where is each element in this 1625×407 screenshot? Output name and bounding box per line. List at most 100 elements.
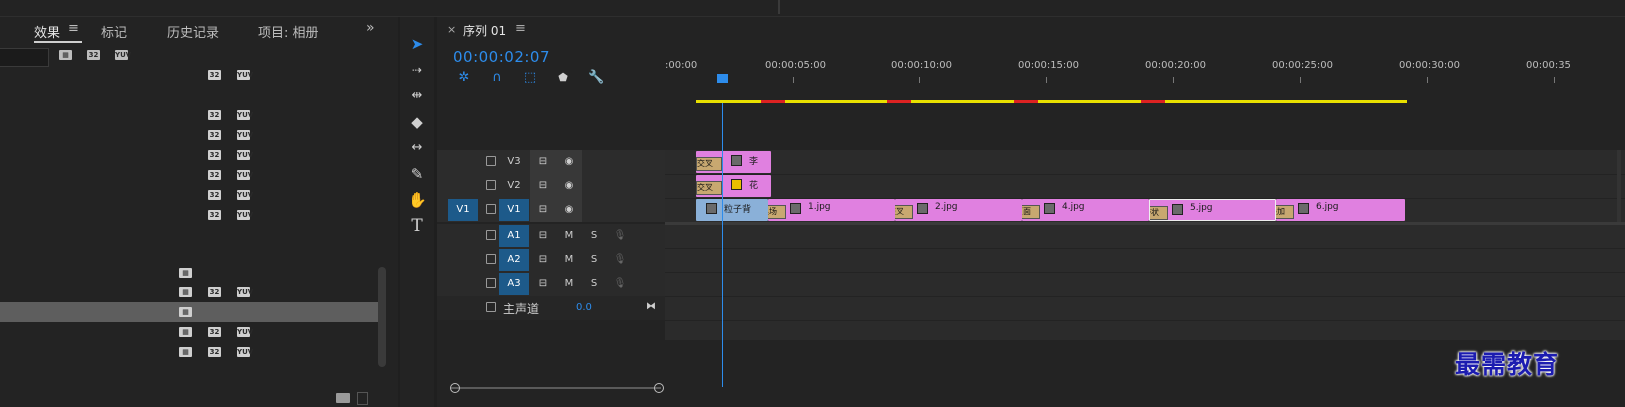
eye-icon[interactable]: ◉ — [562, 203, 576, 217]
playhead-timecode[interactable]: 00:00:02:07 — [453, 48, 550, 66]
transition[interactable]: 带状 — [1150, 206, 1168, 220]
linked-selection-icon[interactable]: ⬚ — [522, 70, 538, 86]
sync-lock-icon[interactable]: ⊟ — [536, 253, 550, 267]
sync-lock-icon[interactable]: ⊟ — [536, 179, 550, 193]
effects-scrollbar[interactable] — [378, 267, 386, 367]
clip-v1-4[interactable]: 页面 4.jpg — [1022, 199, 1149, 221]
go-to-end-icon[interactable]: ⧓ — [644, 300, 658, 314]
track-name[interactable]: V2 — [499, 175, 529, 197]
list-item[interactable]: 32 YUV — [0, 205, 378, 225]
lock-icon[interactable] — [486, 230, 496, 240]
clip-v1-6[interactable]: 叠加 6.jpg — [1276, 199, 1405, 221]
tab-markers[interactable]: 标记 — [101, 22, 127, 41]
sync-lock-icon[interactable]: ⊟ — [536, 229, 550, 243]
list-item[interactable]: 32 YUV — [0, 165, 378, 185]
list-item[interactable]: ▦ 32 YUV — [0, 282, 378, 302]
32bit-effects-icon[interactable]: 32 — [87, 50, 100, 60]
tab-project[interactable]: 项目: 相册 — [258, 22, 319, 41]
transition[interactable]: 叠加 — [1276, 205, 1294, 219]
clip-v2[interactable]: 交叉 花 — [696, 175, 771, 197]
yuv-effects-icon[interactable]: YUV — [115, 50, 131, 60]
list-item[interactable] — [0, 245, 378, 265]
track-name[interactable]: A2 — [499, 249, 529, 271]
nest-icon[interactable]: ✲ — [456, 70, 472, 86]
close-icon[interactable]: × — [447, 23, 456, 36]
clip-v1-background[interactable]: 粒子背 — [696, 199, 768, 221]
solo-button[interactable]: S — [587, 277, 601, 291]
list-item[interactable]: 32 YUV — [0, 125, 378, 145]
master-volume-value[interactable]: 0.0 — [576, 302, 592, 313]
pen-tool-icon[interactable]: ✎ — [408, 165, 426, 183]
tab-history[interactable]: 历史记录 — [167, 22, 219, 41]
clip-v3[interactable]: 交叉 李 — [696, 151, 771, 173]
accelerated-effects-icon[interactable]: ▦ — [59, 50, 72, 60]
mute-button[interactable]: M — [562, 253, 576, 267]
list-item[interactable]: 32 YUV — [0, 65, 378, 85]
sync-lock-icon[interactable]: ⊟ — [536, 277, 550, 291]
video-vscroll[interactable] — [1617, 150, 1621, 222]
snap-magnet-icon[interactable]: ∩ — [489, 70, 505, 86]
microphone-icon[interactable]: 🎙 — [613, 229, 627, 243]
solo-button[interactable]: S — [587, 253, 601, 267]
transition[interactable]: 黑场 — [768, 205, 786, 219]
list-item[interactable]: 32 YUV — [0, 185, 378, 205]
slip-tool-icon[interactable]: ↔ — [408, 139, 426, 157]
lock-icon[interactable] — [486, 302, 496, 312]
sync-lock-icon[interactable]: ⊟ — [536, 155, 550, 169]
track-name[interactable]: V3 — [499, 151, 529, 173]
track-name[interactable]: A3 — [499, 273, 529, 295]
trash-icon[interactable] — [357, 392, 368, 405]
zoom-handle-left[interactable] — [450, 383, 460, 393]
zoom-handle-right[interactable] — [654, 383, 664, 393]
lock-icon[interactable] — [486, 204, 496, 214]
razor-tool-icon[interactable]: ◆ — [408, 113, 426, 131]
list-item[interactable] — [0, 225, 378, 245]
list-item[interactable]: ▦ 32 YUV — [0, 322, 378, 342]
lock-icon[interactable] — [486, 254, 496, 264]
lock-icon[interactable] — [486, 156, 496, 166]
clip-v1-2[interactable]: 交叉 2.jpg — [895, 199, 1022, 221]
list-item[interactable]: ▦ — [0, 263, 378, 283]
list-item[interactable]: 32 YUV — [0, 145, 378, 165]
ripple-edit-tool-icon[interactable]: ⇹ — [408, 87, 426, 105]
transition[interactable]: 交叉 — [696, 181, 722, 195]
track-select-tool-icon[interactable]: ⇢ — [408, 61, 426, 79]
list-item[interactable]: 32 YUV — [0, 105, 378, 125]
transition[interactable]: 页面 — [1022, 205, 1040, 219]
clip-v1-5[interactable]: 带状 5.jpg — [1149, 199, 1276, 221]
mute-button[interactable]: M — [562, 229, 576, 243]
lock-icon[interactable] — [486, 278, 496, 288]
lock-icon[interactable] — [486, 180, 496, 190]
eye-icon[interactable]: ◉ — [562, 179, 576, 193]
tab-sequence[interactable]: 序列 01 — [463, 22, 506, 39]
playhead-handle[interactable] — [717, 74, 728, 83]
eye-icon[interactable]: ◉ — [562, 155, 576, 169]
playhead-line[interactable] — [722, 103, 723, 387]
overflow-chevron-icon[interactable]: » — [366, 20, 375, 36]
sync-lock-icon[interactable]: ⊟ — [536, 203, 550, 217]
type-tool-icon[interactable]: T — [408, 217, 426, 235]
transition[interactable]: 交叉 — [696, 157, 722, 171]
list-item[interactable] — [0, 85, 378, 105]
new-bin-folder-icon[interactable] — [336, 393, 350, 403]
track-name[interactable]: V1 — [499, 199, 529, 221]
hand-tool-icon[interactable]: ✋ — [408, 191, 427, 209]
add-marker-icon[interactable]: ⬟ — [555, 70, 571, 86]
clip-v1-1[interactable]: 黑场 1.jpg — [768, 199, 895, 221]
list-item-selected[interactable]: ▦ — [0, 302, 378, 322]
mute-button[interactable]: M — [562, 277, 576, 291]
wrench-icon[interactable]: 🔧 — [588, 70, 604, 86]
time-ruler[interactable]: :00:00 00:00:05:00 00:00:10:00 00:00:15:… — [665, 55, 1625, 103]
microphone-icon[interactable]: 🎙 — [613, 277, 627, 291]
source-patch[interactable]: V1 — [448, 199, 478, 221]
timeline-zoom-scrollbar[interactable] — [451, 387, 661, 389]
transition[interactable]: 交叉 — [895, 205, 913, 219]
list-item[interactable]: ▦ 32 YUV — [0, 342, 378, 362]
track-name[interactable]: A1 — [499, 225, 529, 247]
microphone-icon[interactable]: 🎙 — [613, 253, 627, 267]
selection-tool-icon[interactable]: ➤ — [408, 35, 426, 53]
panel-menu-icon[interactable]: ≡ — [515, 21, 526, 36]
solo-button[interactable]: S — [587, 229, 601, 243]
panel-menu-icon[interactable]: ≡ — [68, 21, 79, 36]
tab-effects[interactable]: 效果 — [34, 22, 60, 41]
